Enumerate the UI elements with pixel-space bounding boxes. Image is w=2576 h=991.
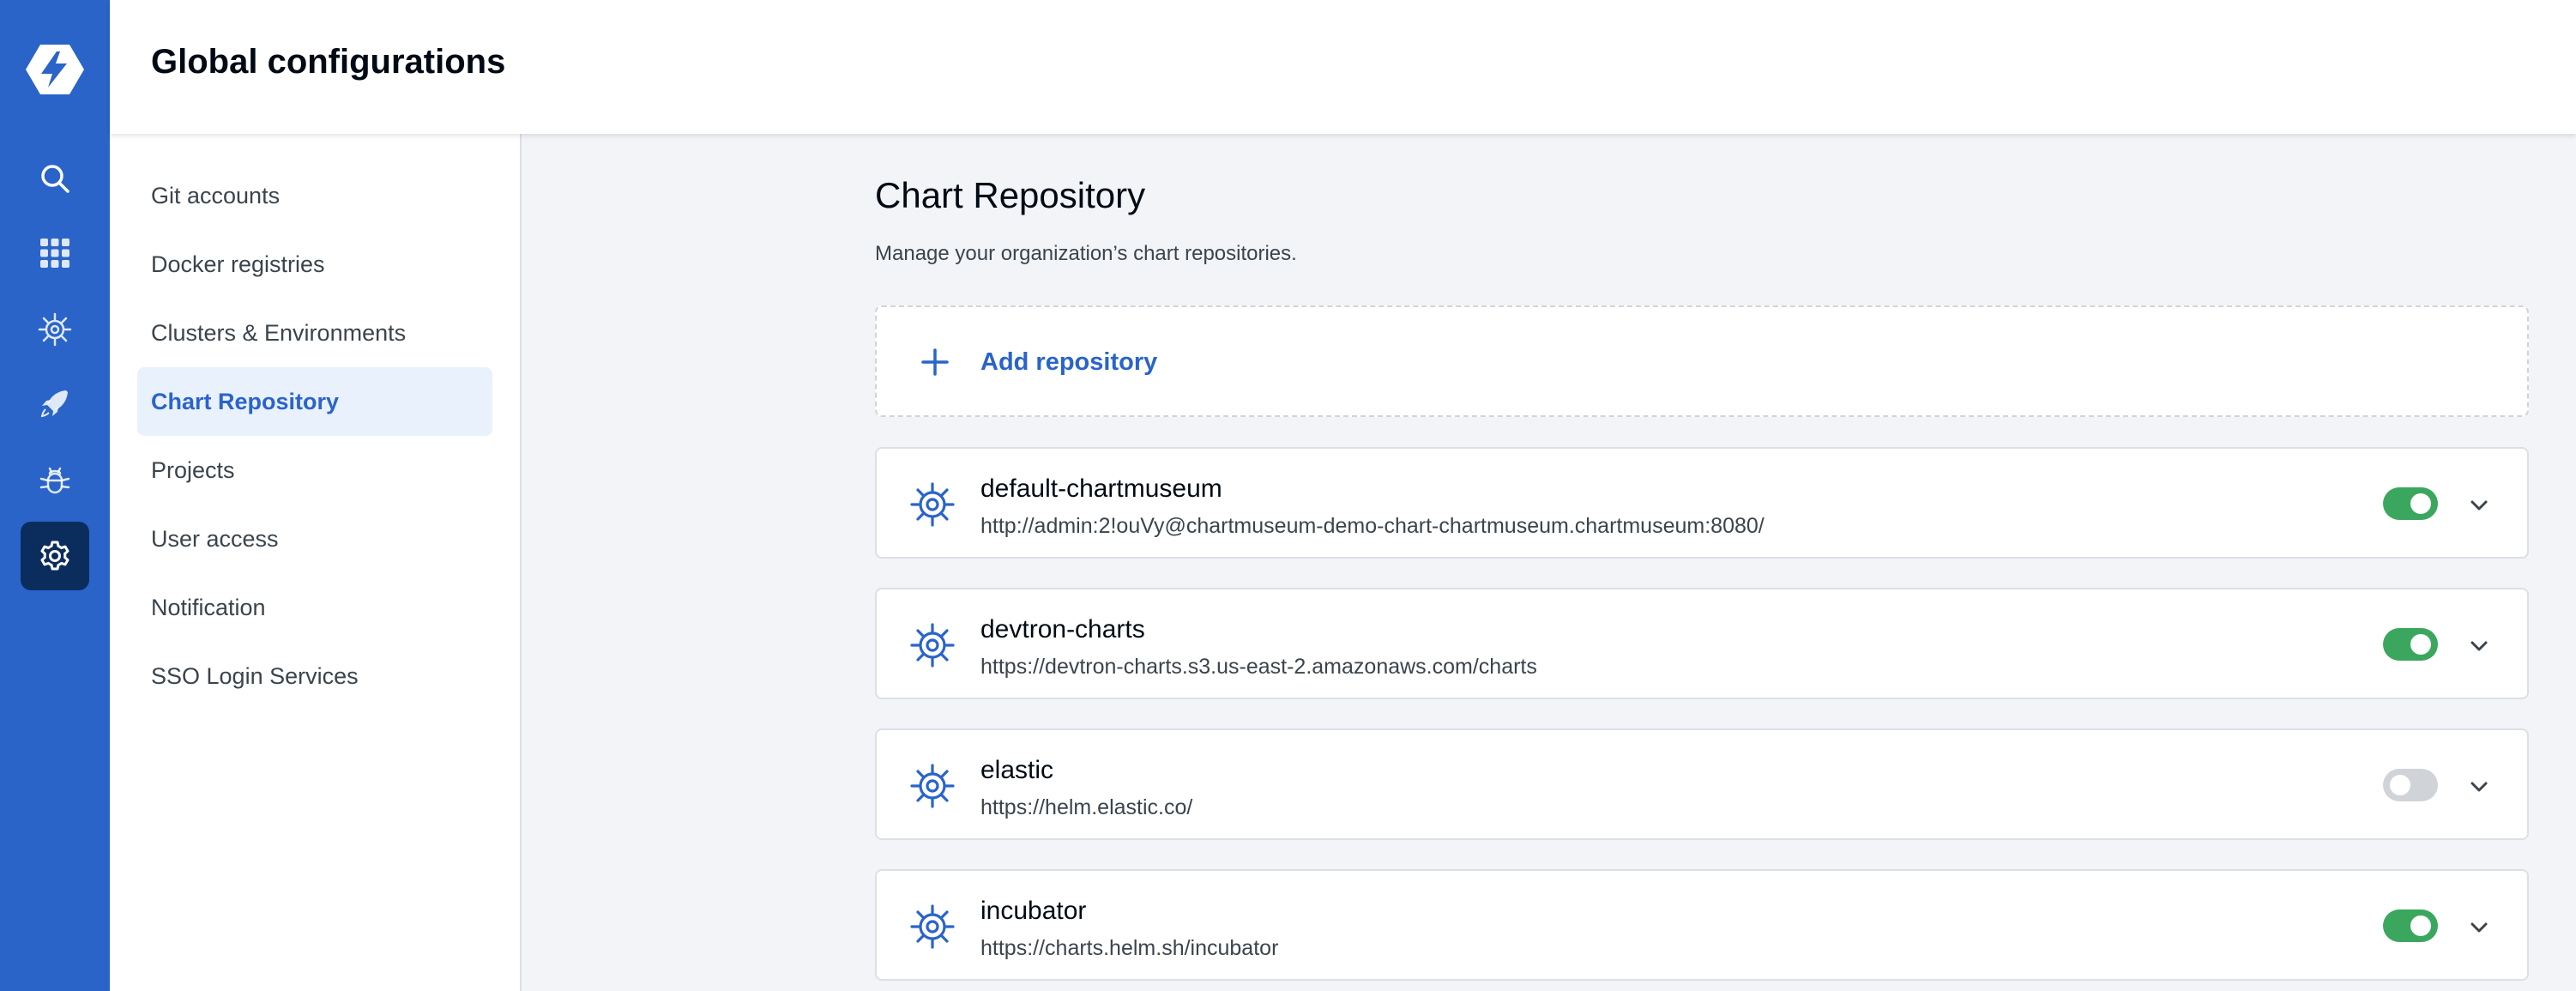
- toggle-knob: [2390, 775, 2410, 795]
- repository-enable-toggle[interactable]: [2383, 909, 2438, 942]
- plus-icon: [921, 348, 949, 376]
- repository-name: elastic: [980, 756, 1054, 784]
- add-repository-label: Add repository: [980, 348, 1158, 376]
- toggle-knob: [2410, 493, 2431, 514]
- repository-enable-toggle[interactable]: [2383, 487, 2438, 520]
- page-header: Global configurations: [110, 0, 2576, 134]
- repository-enable-toggle[interactable]: [2383, 769, 2438, 801]
- repository-url: https://devtron-charts.s3.us-east-2.amaz…: [980, 655, 1537, 679]
- devtron-logo-icon[interactable]: [26, 43, 84, 96]
- repository-name: incubator: [980, 897, 1087, 925]
- rail-security[interactable]: [21, 446, 89, 515]
- search-icon: [41, 165, 69, 193]
- nav-item-chart-repository[interactable]: Chart Repository: [137, 367, 492, 436]
- settings-nav: Git accounts Docker registries Clusters …: [110, 134, 522, 991]
- repository-name: default-chartmuseum: [980, 474, 1222, 503]
- helm-chart-icon: [38, 312, 72, 347]
- helm-chart-icon: [910, 904, 955, 949]
- helm-chart-icon: [910, 623, 955, 668]
- nav-item-docker-registries[interactable]: Docker registries: [137, 230, 492, 299]
- rail-deployments[interactable]: [21, 369, 89, 438]
- helm-chart-icon: [910, 764, 955, 808]
- bug-icon: [39, 467, 70, 494]
- repository-name: devtron-charts: [980, 615, 1145, 644]
- rail-search[interactable]: [21, 144, 89, 213]
- rail-global-configurations[interactable]: [21, 522, 89, 590]
- nav-item-projects[interactable]: Projects: [137, 436, 492, 505]
- nav-item-clusters-environments[interactable]: Clusters & Environments: [137, 299, 492, 367]
- helm-chart-icon: [910, 482, 955, 527]
- chevron-down-icon[interactable]: [2467, 634, 2491, 658]
- repository-url: https://helm.elastic.co/: [980, 795, 1193, 819]
- repository-card[interactable]: devtron-charts https://devtron-charts.s3…: [875, 588, 2529, 699]
- nav-item-sso-login-services[interactable]: SSO Login Services: [137, 642, 492, 710]
- add-repository-button[interactable]: Add repository: [875, 305, 2529, 417]
- page-title: Global configurations: [151, 43, 506, 81]
- icon-rail: [0, 0, 110, 991]
- toggle-knob: [2410, 915, 2431, 936]
- chevron-down-icon[interactable]: [2467, 493, 2491, 517]
- chevron-down-icon[interactable]: [2467, 775, 2491, 799]
- gear-icon: [40, 541, 69, 571]
- repository-enable-toggle[interactable]: [2383, 628, 2438, 661]
- toggle-knob: [2410, 634, 2431, 655]
- repository-url: https://charts.helm.sh/incubator: [980, 936, 1279, 960]
- rail-charts[interactable]: [21, 295, 89, 364]
- apps-grid-icon: [40, 239, 69, 268]
- nav-item-notification[interactable]: Notification: [137, 573, 492, 642]
- nav-item-git-accounts[interactable]: Git accounts: [137, 161, 492, 230]
- section-description: Manage your organization’s chart reposit…: [875, 242, 1297, 265]
- repository-card[interactable]: default-chartmuseum http://admin:2!ouVy@…: [875, 447, 2529, 559]
- chevron-down-icon[interactable]: [2467, 915, 2491, 940]
- repository-card[interactable]: elastic https://helm.elastic.co/: [875, 728, 2529, 840]
- repository-card[interactable]: incubator https://charts.helm.sh/incubat…: [875, 869, 2529, 981]
- section-title: Chart Repository: [875, 175, 1146, 215]
- rocket-icon: [40, 390, 68, 418]
- nav-item-user-access[interactable]: User access: [137, 505, 492, 573]
- rail-applications[interactable]: [21, 219, 89, 287]
- repository-url: http://admin:2!ouVy@chartmuseum-demo-cha…: [980, 514, 1765, 538]
